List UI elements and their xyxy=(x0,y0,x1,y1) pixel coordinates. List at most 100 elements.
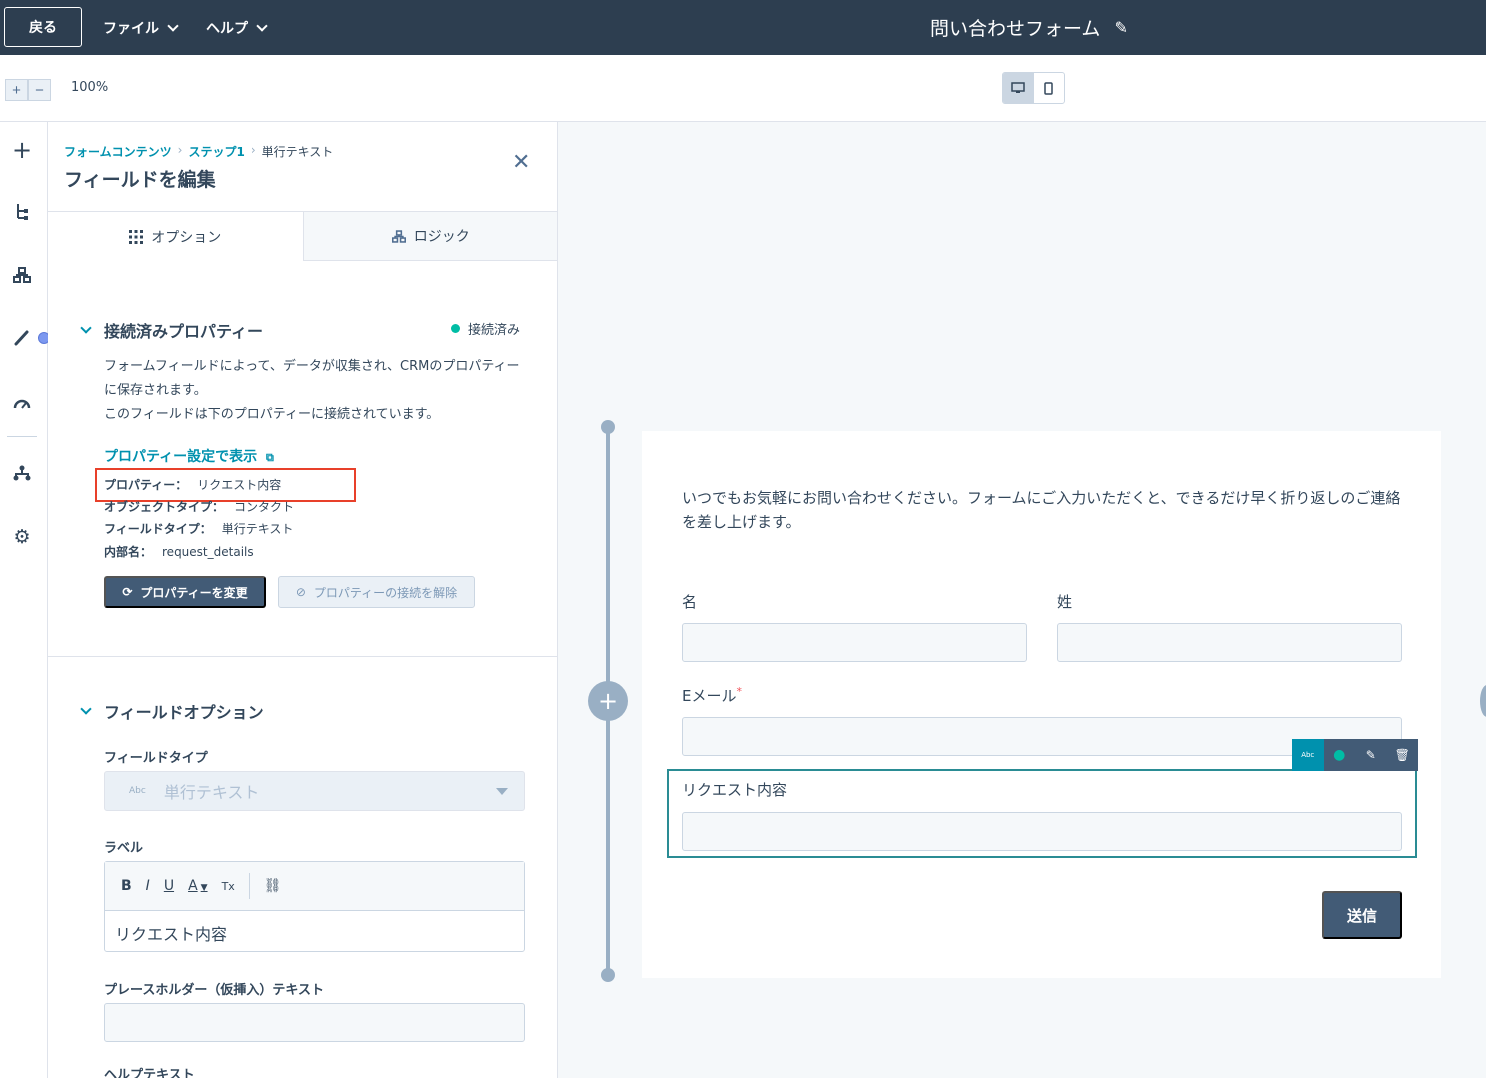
request-input[interactable] xyxy=(682,812,1402,851)
tab-logic[interactable]: ロジック xyxy=(302,212,557,261)
internal-name-value: request_details xyxy=(162,545,254,559)
mobile-icon[interactable] xyxy=(1034,73,1065,103)
object-type-value: コンタクト xyxy=(234,500,295,514)
toolbar-divider xyxy=(248,873,250,899)
connected-description-2: このフィールドは下のプロパティーに接続されています。 xyxy=(104,407,440,422)
left-rail: + ⚙ xyxy=(0,122,50,1078)
breadcrumb: フォームコンテンツ › ステップ1 › 単行テキスト xyxy=(64,143,333,160)
caret-down-icon: ▼ xyxy=(200,883,208,893)
close-icon[interactable]: ✕ xyxy=(512,150,530,175)
italic-button[interactable]: I xyxy=(146,878,150,894)
form-preview: いつでもお気軽にお問い合わせください。フォームにご入力いただくと、できるだけ早く… xyxy=(642,431,1441,978)
label-field-label: ラベル xyxy=(104,841,144,856)
breadcrumb-step1[interactable]: ステップ1 xyxy=(188,143,244,160)
breadcrumb-separator: › xyxy=(177,143,183,157)
back-button[interactable]: 戻る xyxy=(4,7,82,47)
zoom-out-button[interactable]: − xyxy=(28,79,51,101)
gauge-icon[interactable] xyxy=(0,392,44,414)
tab-logic-label: ロジック xyxy=(413,229,470,245)
status-dot xyxy=(451,324,460,333)
add-step-button[interactable]: + xyxy=(588,681,628,721)
trash-icon[interactable]: 🗑 xyxy=(1387,739,1419,771)
tree-icon[interactable] xyxy=(0,202,44,225)
request-label: リクエスト内容 xyxy=(682,781,788,799)
status-text: 接続済み xyxy=(468,323,521,338)
right-edge-handle[interactable] xyxy=(1480,685,1486,717)
editor-toolbar: B I U A ▼ Tx ⛓ xyxy=(105,862,524,911)
disconnect-icon: ⊘ xyxy=(295,585,306,599)
last-name-label: 姓 xyxy=(1057,593,1073,611)
connected-property-title: 接続済みプロパティー xyxy=(104,322,264,341)
placeholder-label: プレースホルダー（仮挿入）テキスト xyxy=(104,983,324,998)
field-type-row: フィールドタイプ： 単行テキスト xyxy=(104,520,293,537)
field-type-select[interactable]: Abc 単行テキスト xyxy=(104,771,525,811)
label-rich-text-editor: B I U A ▼ Tx ⛓ リクエスト内容 xyxy=(104,861,525,952)
chevron-down-icon xyxy=(80,322,92,334)
file-menu-label: ファイル xyxy=(103,20,159,37)
timeline-dot xyxy=(601,420,615,434)
chevron-down-icon xyxy=(167,19,179,32)
add-icon[interactable]: + xyxy=(0,136,44,164)
clear-format-button[interactable]: Tx xyxy=(222,880,235,893)
submit-button[interactable]: 送信 xyxy=(1322,891,1402,939)
underline-button[interactable]: U xyxy=(164,878,174,894)
field-type-select-value: 単行テキスト xyxy=(163,783,260,802)
logic-icon[interactable] xyxy=(0,266,44,288)
bold-button[interactable]: B xyxy=(121,878,132,894)
first-name-input[interactable] xyxy=(682,623,1027,662)
disconnect-property-label: プロパティーの接続を解除 xyxy=(313,585,458,600)
disconnect-property-button[interactable]: ⊘ プロパティーの接続を解除 xyxy=(278,576,475,608)
logic-icon xyxy=(391,229,406,243)
tab-options[interactable]: オプション xyxy=(48,212,303,261)
chevron-down-icon xyxy=(80,703,92,715)
file-menu[interactable]: ファイル xyxy=(103,0,179,55)
panel-tabs: オプション ロジック xyxy=(48,211,557,261)
internal-name-key: 内部名： xyxy=(104,545,153,559)
field-type-label: フィールドタイプ xyxy=(104,751,208,766)
help-menu[interactable]: ヘルプ xyxy=(206,0,268,55)
change-property-button[interactable]: ⟳ プロパティーを変更 xyxy=(104,576,266,608)
zoom-level: 100% xyxy=(71,80,109,95)
view-property-settings-link[interactable]: プロパティー設定で表示 ⧉ xyxy=(104,446,274,466)
form-title-text: 問い合わせフォーム xyxy=(930,18,1101,40)
change-property-label: プロパティーを変更 xyxy=(140,585,248,600)
placeholder-input[interactable] xyxy=(104,1003,525,1042)
device-toggle xyxy=(1002,72,1065,104)
email-label: Eメール* xyxy=(682,685,742,706)
connected-property-header[interactable]: 接続済みプロパティー xyxy=(80,318,264,342)
help-menu-label: ヘルプ xyxy=(206,20,248,37)
breadcrumb-form-content[interactable]: フォームコンテンツ xyxy=(64,143,172,160)
caret-down-icon xyxy=(496,788,508,795)
hierarchy-icon[interactable] xyxy=(0,464,44,486)
label-editor-input[interactable]: リクエスト内容 xyxy=(105,911,524,955)
grid-icon xyxy=(129,229,144,244)
field-type-value: 単行テキスト xyxy=(221,522,294,536)
last-name-input[interactable] xyxy=(1057,623,1402,662)
desktop-icon[interactable] xyxy=(1003,73,1034,103)
edit-field-panel: フォームコンテンツ › ステップ1 › 単行テキスト フィールドを編集 ✕ オプ… xyxy=(48,122,558,1078)
chevron-down-icon xyxy=(256,19,268,32)
zoom-in-button[interactable]: + xyxy=(5,79,28,101)
text-type-icon: Abc xyxy=(129,786,146,796)
highlight-box xyxy=(95,468,356,502)
field-toolbar: Abc ● ✎ 🗑 xyxy=(1292,739,1418,771)
panel-divider xyxy=(48,656,557,657)
gear-icon[interactable]: ⚙ xyxy=(0,526,44,548)
required-mark: * xyxy=(736,685,742,698)
text-color-button[interactable]: A ▼ xyxy=(188,878,208,894)
zoom-bar: + − 100% xyxy=(0,55,1486,122)
external-link-icon: ⧉ xyxy=(266,451,274,464)
pencil-icon[interactable]: ✎ xyxy=(1114,18,1127,37)
object-type-key: オブジェクトタイプ： xyxy=(104,500,225,514)
object-type-row: オブジェクトタイプ： コンタクト xyxy=(104,498,294,515)
link-icon[interactable]: ⛓ xyxy=(264,878,282,894)
timeline-dot xyxy=(601,968,615,982)
first-name-label: 名 xyxy=(682,593,698,611)
text-color-label: A xyxy=(188,878,198,894)
field-options-header[interactable]: フィールドオプション xyxy=(80,699,264,723)
panel-title: フィールドを編集 xyxy=(64,169,216,191)
pencil-icon[interactable]: ✎ xyxy=(1355,739,1387,771)
help-text-label: ヘルプテキスト xyxy=(104,1068,195,1078)
form-title[interactable]: 問い合わせフォーム ✎ xyxy=(930,0,1128,55)
status-badge: 接続済み xyxy=(451,319,520,338)
